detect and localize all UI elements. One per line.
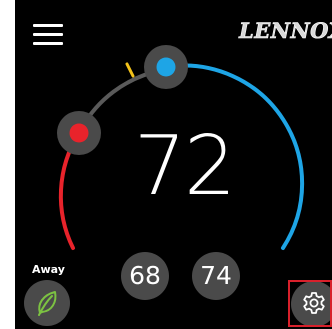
current-temperature: 72	[133, 119, 236, 214]
away-label: Away	[32, 263, 65, 276]
outdoor-temp-marker	[125, 62, 135, 78]
thermostat-screen: LENNOX 72 68 74 Away	[15, 0, 332, 329]
away-button[interactable]	[24, 280, 70, 326]
cool-setpoint-handle[interactable]	[144, 45, 188, 89]
cool-setpoint-button[interactable]: 74	[192, 252, 240, 300]
leaf-icon	[38, 291, 57, 316]
settings-button[interactable]	[291, 281, 332, 327]
gear-icon	[303, 292, 325, 314]
heat-setpoint-button[interactable]: 68	[121, 252, 169, 300]
heat-setpoint-handle[interactable]	[57, 111, 101, 155]
